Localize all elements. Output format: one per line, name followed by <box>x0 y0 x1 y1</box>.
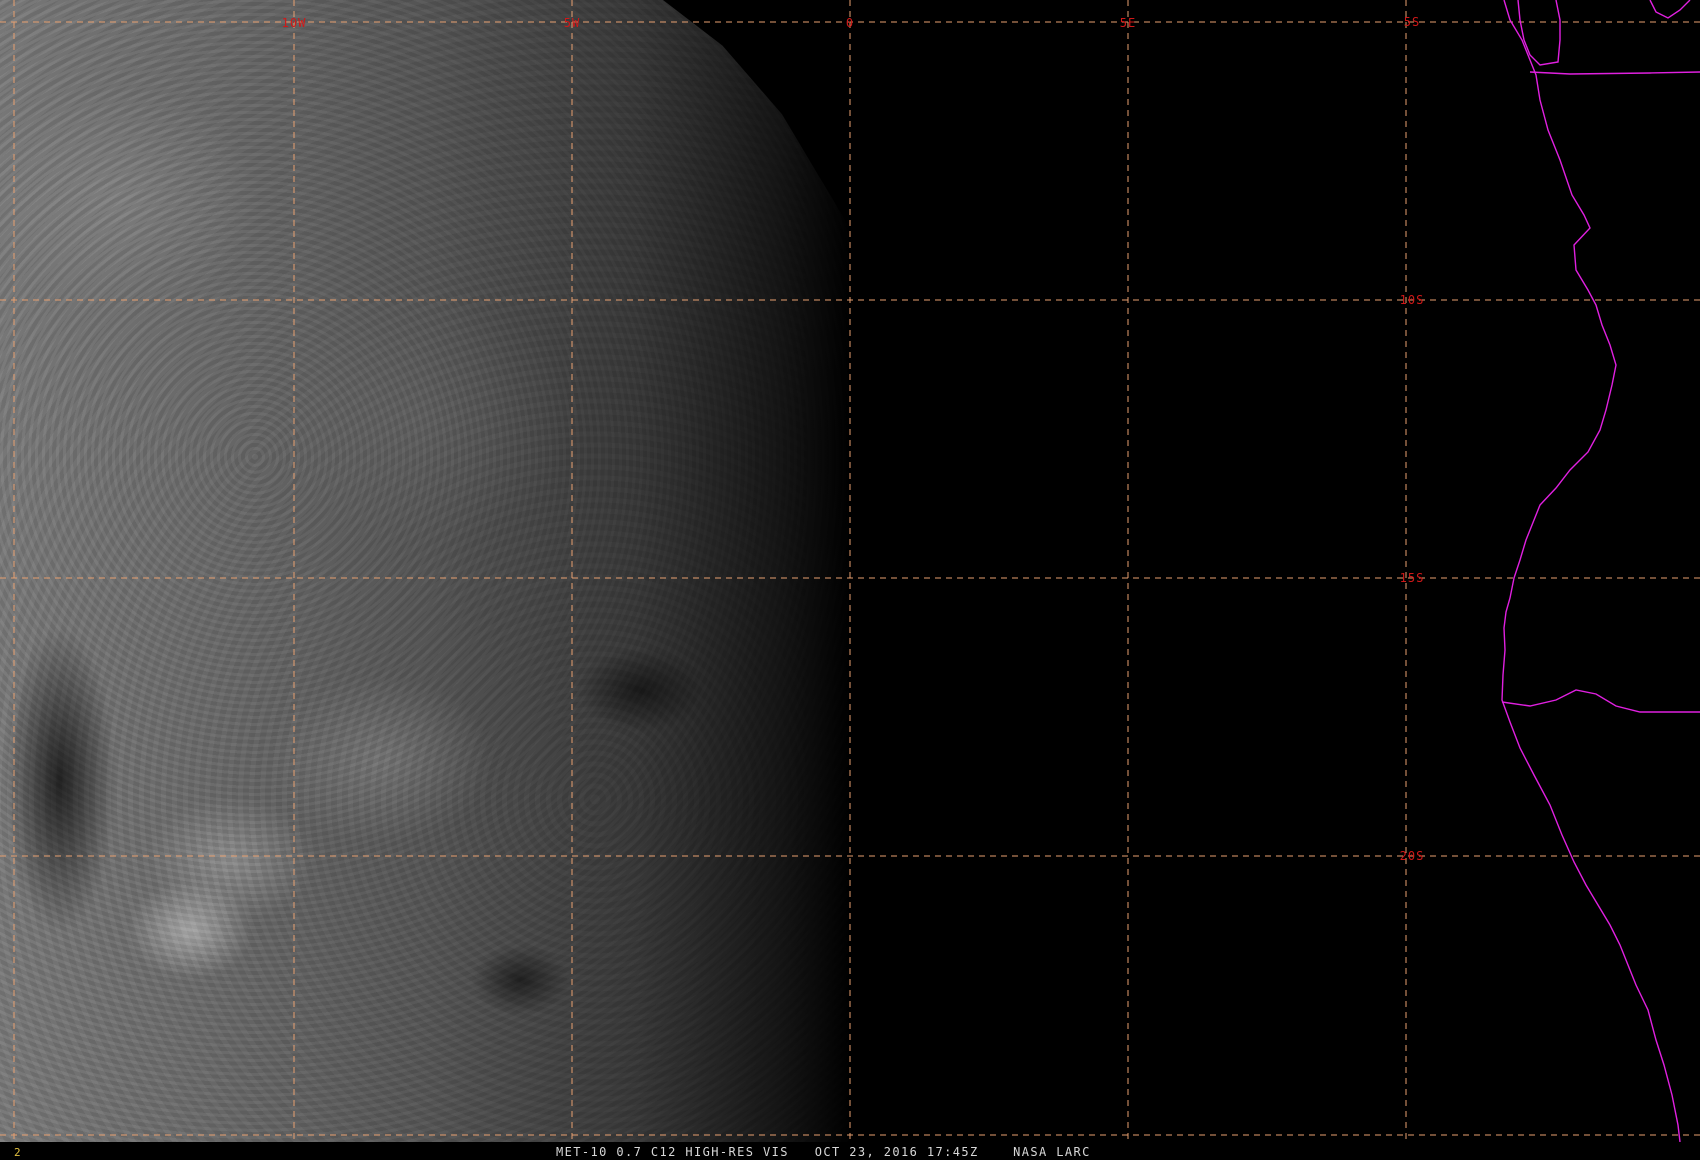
satellite-viewer: 10W 5W 0 5E 5S 10S 15S 20S 2 MET-10 0.7 C12 HIG… <box>0 0 1700 1160</box>
country-border-north <box>1517 0 1561 66</box>
frame-number: 2 <box>14 1146 21 1159</box>
country-border-east-top <box>1649 0 1691 19</box>
image-caption: MET-10 0.7 C12 HIGH-RES VIS OCT 23, 2016… <box>556 1145 1091 1159</box>
longitude-label: 0 <box>846 16 854 30</box>
latitude-label: 5S <box>1404 15 1420 29</box>
longitude-label: 10W <box>282 16 307 30</box>
africa-coastline <box>1501 0 1681 1142</box>
country-border-north-east <box>1529 71 1700 75</box>
latitude-label: 20S <box>1400 849 1425 863</box>
status-bar: 2 MET-10 0.7 C12 HIGH-RES VIS OCT 23, 20… <box>0 1142 1700 1160</box>
country-border-south <box>1501 689 1700 713</box>
lat-lon-grid <box>0 0 1700 1142</box>
longitude-label: 5W <box>564 16 580 30</box>
longitude-label: 5E <box>1120 16 1136 30</box>
grid-labels: 10W 5W 0 5E 5S 10S 15S 20S <box>282 15 1425 863</box>
latitude-label: 15S <box>1400 571 1425 585</box>
coastline-borders <box>1501 0 1700 1142</box>
map-overlay: 10W 5W 0 5E 5S 10S 15S 20S <box>0 0 1700 1142</box>
latitude-label: 10S <box>1400 293 1425 307</box>
